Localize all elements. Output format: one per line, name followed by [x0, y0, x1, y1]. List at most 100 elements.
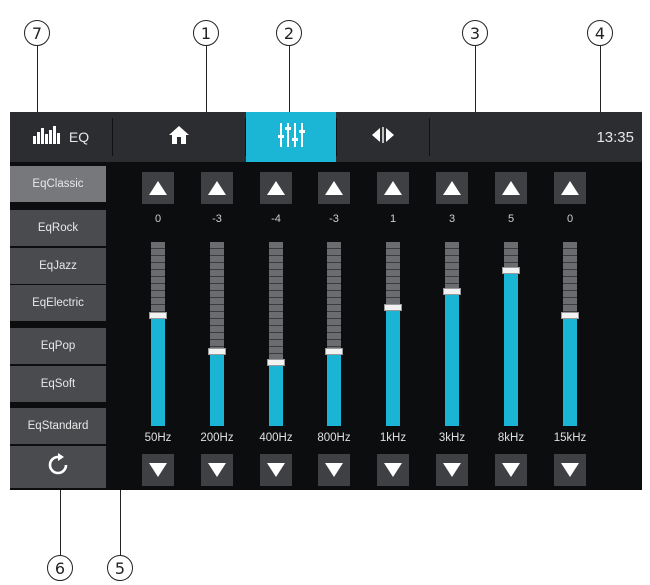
band-down-button[interactable] — [436, 454, 468, 486]
divider — [429, 118, 430, 156]
arrow-down-icon — [325, 463, 343, 477]
head-unit-screen: EQ 13:35 EqClassic EqRock EqJazz EqElect… — [10, 112, 642, 490]
eq-mode-button[interactable]: EQ — [10, 112, 112, 162]
band-level-fill — [327, 352, 341, 426]
arrow-up-icon — [149, 181, 167, 195]
mixer-sliders-icon — [276, 121, 306, 154]
balance-button[interactable] — [337, 112, 429, 162]
band-slider[interactable] — [443, 242, 461, 426]
band-level-fill — [386, 308, 400, 426]
arrow-up-icon — [208, 181, 226, 195]
preset-eqelectric[interactable]: EqElectric — [10, 285, 106, 321]
arrow-down-icon — [208, 463, 226, 477]
band-up-button[interactable] — [142, 172, 174, 204]
band-value: -3 — [212, 213, 222, 225]
band-up-button[interactable] — [318, 172, 350, 204]
band-slider[interactable] — [149, 242, 167, 426]
slider-thumb[interactable] — [384, 304, 402, 311]
slider-thumb[interactable] — [267, 359, 285, 366]
slider-thumb[interactable] — [502, 267, 520, 274]
band-down-button[interactable] — [554, 454, 586, 486]
slider-thumb[interactable] — [325, 348, 343, 355]
band-up-button[interactable] — [201, 172, 233, 204]
band-frequency-label: 1kHz — [379, 432, 407, 444]
callout-4: 4 — [587, 20, 613, 46]
band-slider[interactable] — [267, 242, 285, 426]
home-icon — [168, 125, 190, 150]
arrow-down-icon — [502, 463, 520, 477]
equalizer-icon — [32, 125, 61, 149]
band-frequency-label: 400Hz — [259, 432, 293, 444]
band-frequency-label: 3kHz — [438, 432, 466, 444]
arrow-down-icon — [384, 463, 402, 477]
band-slider[interactable] — [208, 242, 226, 426]
slider-thumb[interactable] — [208, 348, 226, 355]
band-value: 0 — [566, 213, 574, 225]
band-up-button[interactable] — [436, 172, 468, 204]
band-up-button[interactable] — [260, 172, 292, 204]
callout-3: 3 — [462, 20, 488, 46]
band-down-button[interactable] — [318, 454, 350, 486]
band-value: 5 — [507, 213, 515, 225]
band-up-button[interactable] — [495, 172, 527, 204]
band-value: 3 — [448, 213, 456, 225]
clock: 13:35 — [430, 112, 642, 162]
arrow-down-icon — [149, 463, 167, 477]
arrow-up-icon — [325, 181, 343, 195]
callout-1: 1 — [193, 20, 219, 46]
band-frequency-label: 200Hz — [200, 432, 234, 444]
band-down-button[interactable] — [260, 454, 292, 486]
callout-2: 2 — [276, 20, 302, 46]
band-up-button[interactable] — [554, 172, 586, 204]
callout-6: 6 — [47, 555, 73, 581]
callout-5: 5 — [107, 555, 133, 581]
arrow-down-icon — [561, 463, 579, 477]
balance-arrows-icon — [369, 126, 397, 148]
band-down-button[interactable] — [495, 454, 527, 486]
preset-eqpop[interactable]: EqPop — [10, 328, 106, 364]
arrow-down-icon — [443, 463, 461, 477]
arrow-up-icon — [267, 181, 285, 195]
arrow-up-icon — [443, 181, 461, 195]
band-frequency-label: 800Hz — [317, 432, 351, 444]
home-button[interactable] — [113, 112, 245, 162]
reset-icon — [46, 452, 70, 482]
band-level-fill — [563, 316, 577, 426]
preset-eqrock[interactable]: EqRock — [10, 210, 106, 246]
band-down-button[interactable] — [142, 454, 174, 486]
top-bar: EQ 13:35 — [10, 112, 642, 162]
preset-eqjazz[interactable]: EqJazz — [10, 248, 106, 284]
band-slider[interactable] — [502, 242, 520, 426]
band-up-button[interactable] — [377, 172, 409, 204]
band-down-button[interactable] — [377, 454, 409, 486]
band-slider[interactable] — [325, 242, 343, 426]
band-level-fill — [504, 271, 518, 426]
band-level-fill — [210, 352, 224, 426]
divider — [245, 118, 246, 156]
band-level-fill — [269, 363, 283, 426]
preset-eqstandard[interactable]: EqStandard — [10, 408, 106, 444]
band-level-fill — [151, 316, 165, 426]
band-slider[interactable] — [384, 242, 402, 426]
slider-thumb[interactable] — [561, 312, 579, 319]
divider — [112, 118, 113, 156]
mixer-button[interactable] — [246, 112, 336, 162]
preset-eqclassic[interactable]: EqClassic — [10, 166, 106, 202]
reset-button[interactable] — [10, 446, 106, 488]
preset-eqsoft[interactable]: EqSoft — [10, 366, 106, 402]
band-frequency-label: 50Hz — [144, 432, 172, 444]
slider-thumb[interactable] — [149, 312, 167, 319]
arrow-up-icon — [502, 181, 520, 195]
band-down-button[interactable] — [201, 454, 233, 486]
band-level-fill — [445, 292, 459, 426]
divider — [336, 118, 337, 156]
arrow-up-icon — [384, 181, 402, 195]
band-slider[interactable] — [561, 242, 579, 426]
band-frequency-label: 8kHz — [497, 432, 525, 444]
eq-label: EQ — [68, 129, 90, 145]
band-value: -4 — [271, 213, 281, 225]
band-value: 1 — [389, 213, 397, 225]
slider-thumb[interactable] — [443, 288, 461, 295]
band-frequency-label: 15kHz — [553, 432, 587, 444]
arrow-down-icon — [267, 463, 285, 477]
